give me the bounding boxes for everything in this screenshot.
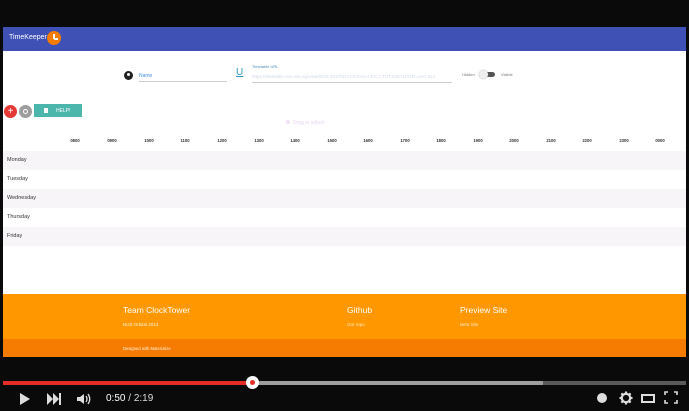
play-icon[interactable] xyxy=(20,393,30,405)
next-icon[interactable] xyxy=(47,393,61,405)
footer-github-title: Github xyxy=(347,305,373,315)
help-icon xyxy=(44,108,48,113)
played-bar xyxy=(3,381,249,385)
day-row-wednesday[interactable]: Wednesday xyxy=(3,189,686,208)
hour-label: 1500 xyxy=(327,138,337,143)
fullscreen-icon[interactable] xyxy=(664,391,678,404)
footer-designed-note: Designed with Materialize xyxy=(123,346,171,351)
person-icon xyxy=(124,71,133,80)
footer-github-link[interactable]: Our repo xyxy=(347,322,365,327)
clock-logo-icon xyxy=(47,31,61,45)
hour-label: 2300 xyxy=(619,138,629,143)
ghost-icon xyxy=(286,120,290,124)
volume-icon[interactable] xyxy=(76,392,92,406)
hour-label: 1800 xyxy=(436,138,446,143)
duration: 2:19 xyxy=(133,393,154,404)
hour-label: 2200 xyxy=(582,138,592,143)
hour-label: 1000 xyxy=(144,138,154,143)
hour-label: 2000 xyxy=(509,138,519,143)
footer-team-subtitle: NUS Orbital 2013 xyxy=(123,322,159,327)
hour-label: 1300 xyxy=(254,138,264,143)
toggle-on-label: Visible xyxy=(501,72,513,77)
schedule-grid: Monday Tuesday Wednesday Thursday Friday xyxy=(3,151,686,246)
toggle-thumb[interactable] xyxy=(479,70,488,79)
hour-label: 0900 xyxy=(107,138,117,143)
footer-designed-prefix: Designed with xyxy=(123,346,150,351)
day-row-thursday[interactable]: Thursday xyxy=(3,208,686,227)
scrubber-handle[interactable] xyxy=(246,376,259,389)
day-row-tuesday[interactable]: Tuesday xyxy=(3,170,686,189)
footer-preview-title: Preview Site xyxy=(460,305,508,315)
gear-icon[interactable] xyxy=(619,391,633,405)
info-icon[interactable] xyxy=(597,393,607,403)
url-icon: U xyxy=(236,67,244,78)
footer-bar: Designed with Materialize xyxy=(3,339,686,357)
help-label: HELP! xyxy=(56,108,71,114)
day-row-friday[interactable]: Friday xyxy=(3,227,686,246)
hour-label: 2100 xyxy=(546,138,556,143)
hour-label: 1600 xyxy=(363,138,373,143)
hour-label: 1100 xyxy=(180,138,190,143)
timetable-url-input[interactable]: https://timetable.nus.edu.sg/view/2016-2… xyxy=(252,70,452,83)
hour-label: 1400 xyxy=(290,138,300,143)
hour-label: 0800 xyxy=(70,138,80,143)
footer-preview-link[interactable]: Beta Site xyxy=(460,322,478,327)
time-display: 0:50 / 2:19 xyxy=(106,393,153,404)
footer-designed-link[interactable]: Materialize xyxy=(150,346,170,351)
hour-label: 0000 xyxy=(655,138,665,143)
video-frame[interactable]: TimeKeeper Name U Timetable URL https://… xyxy=(3,27,686,357)
day-row-monday[interactable]: Monday xyxy=(3,151,686,170)
video-progress-bar[interactable] xyxy=(3,381,686,385)
url-label: Timetable URL xyxy=(252,64,279,69)
hour-label: 1200 xyxy=(217,138,227,143)
footer-team-title: Team ClockTower xyxy=(123,305,191,315)
app-header: TimeKeeper xyxy=(3,27,686,51)
page-footer: Team ClockTower NUS Orbital 2013 Github … xyxy=(3,294,686,357)
hour-label: 1700 xyxy=(400,138,410,143)
ghost-hint: Drag to adjust xyxy=(286,120,325,126)
add-button[interactable]: + xyxy=(4,105,17,118)
theater-mode-icon[interactable] xyxy=(641,394,655,403)
hour-header: 0800 0900 1000 1100 1200 1300 1400 1500 … xyxy=(3,138,686,146)
current-time: 0:50 xyxy=(106,393,126,404)
hour-label: 1900 xyxy=(473,138,483,143)
toggle-off-label: Hidden xyxy=(462,72,475,77)
settings-button[interactable] xyxy=(19,105,32,118)
app-title[interactable]: TimeKeeper xyxy=(9,34,47,41)
name-input[interactable]: Name xyxy=(139,70,227,82)
time-separator: / xyxy=(125,393,134,404)
ghost-hint-text: Drag to adjust xyxy=(293,120,325,126)
help-button[interactable]: HELP! xyxy=(34,104,82,117)
